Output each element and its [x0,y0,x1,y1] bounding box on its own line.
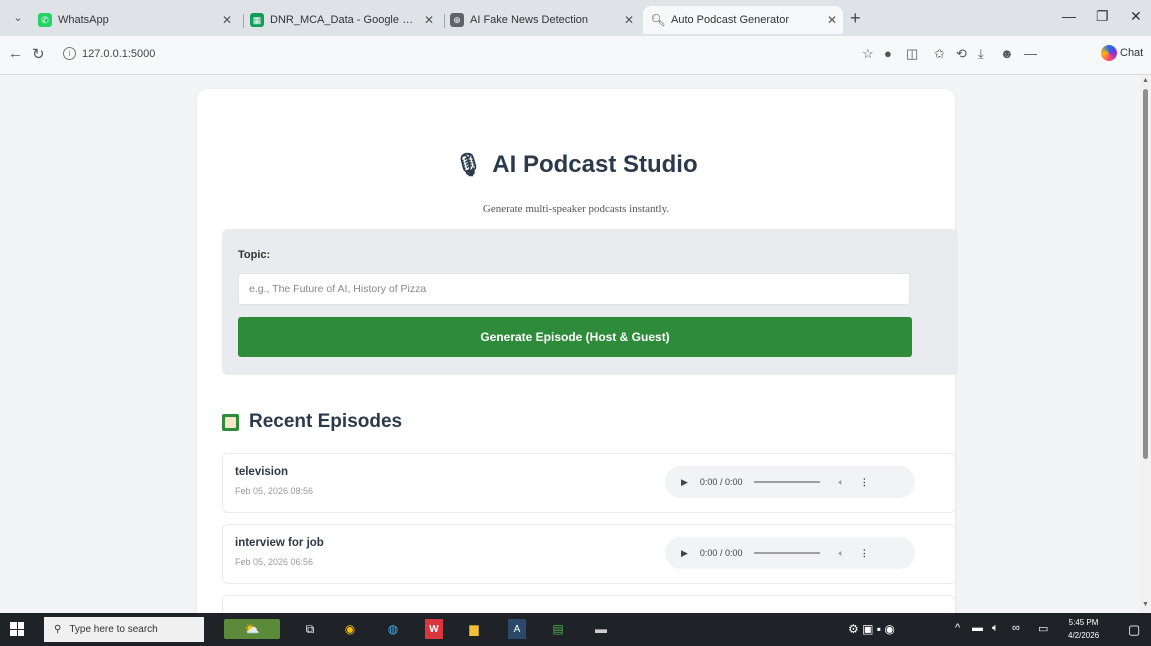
notifications-icon[interactable]: ▢ [1128,622,1140,638]
tab-title: DNR_MCA_Data - Google Sheets [270,14,418,26]
split-screen-icon[interactable]: ◫ [906,46,918,62]
episode-date: Feb 05, 2026 08:56 [235,486,314,496]
audio-seek-bar[interactable] [754,552,821,554]
windows-start-icon[interactable] [10,622,24,636]
weather-widget-icon[interactable]: ⛅ [224,619,280,639]
page-title: 🎙︎ AI Podcast Studio [197,151,955,179]
restore-button[interactable]: ❐ [1096,8,1109,25]
edge-icon[interactable]: ◍ [383,619,403,639]
audio-player[interactable]: ▶ 0:00 / 0:00 🔈︎ ⋮ [665,537,915,569]
back-arrow-icon[interactable]: ← [8,45,23,62]
notepad-icon[interactable]: ▤ [550,619,566,639]
more-options-icon[interactable]: ⋮ [860,477,869,488]
site-info-icon[interactable]: i [63,47,76,60]
studio-card: 🎙︎ AI Podcast Studio Generate multi-spea… [197,89,958,613]
tab-search-dropdown-icon[interactable]: ⌄ [8,9,28,27]
clock-time: 5:45 PM [1068,618,1099,627]
tray-chevron-icon[interactable]: ^ [955,622,960,634]
tab-google-sheets[interactable]: ▦ DNR_MCA_Data - Google Sheets ✕ [250,6,440,34]
browser-tab-strip: ⌄ ✆ WhatsApp ✕ ▦ DNR_MCA_Data - Google S… [0,0,1151,36]
taskbar-search-text: Type here to search [69,624,158,635]
tab-fake-news-detection[interactable]: ⊕ AI Fake News Detection ✕ [450,6,640,34]
episode-date: Feb 05, 2026 06:56 [235,557,314,567]
audio-seek-bar[interactable] [754,481,821,483]
episode-title: television [235,466,289,478]
close-icon[interactable]: ✕ [618,13,640,27]
minimize-button[interactable]: — [1062,8,1076,24]
clock-date: 4/2/2026 [1068,631,1100,640]
more-options-icon[interactable]: — [1024,46,1037,61]
taskbar-search[interactable]: ⚲ Type here to search [44,617,204,642]
network-icon[interactable]: ▬ [972,622,983,634]
audio-time: 0:00 / 0:00 [699,548,743,558]
audio-time: 0:00 / 0:00 [699,477,743,487]
episode-item-partial [222,595,956,613]
system-clock[interactable]: 5:45 PM 4/2/2026 [1068,616,1099,642]
close-icon[interactable]: ✕ [418,13,440,27]
bookmark-star-icon[interactable]: ☆ [862,46,874,62]
volume-icon[interactable]: 🔈︎ [838,548,843,559]
chat-label: Chat [1120,47,1144,59]
tab-title: AI Fake News Detection [470,14,588,26]
windows-taskbar: ⚲ Type here to search ⛅ ⧉ ◉ ◍ W ▆ A ▤ ▬ … [0,613,1151,646]
url-text: 127.0.0.1:5000 [82,47,156,60]
history-icon[interactable]: ⟲ [956,46,967,62]
scroll-down-arrow-icon[interactable]: ▼ [1142,601,1149,608]
profile-avatar-icon[interactable]: ☻ [1000,46,1014,61]
copilot-icon [1101,45,1117,61]
microphone-icon: 🎙︎ [454,152,483,177]
tray-apps-icon[interactable]: ⚙ ▣ ▪ ◉ [848,622,895,636]
task-view-icon[interactable]: ⧉ [300,619,320,639]
page-scrollbar[interactable]: ▲ ▼ [1140,75,1151,613]
reload-icon[interactable]: ↻ [32,45,45,63]
scroll-up-arrow-icon[interactable]: ▲ [1142,77,1149,84]
episode-title: interview for job [235,537,324,549]
volume-icon[interactable]: 🔈︎ [838,477,843,488]
tab-auto-podcast-generator[interactable]: 🔍︎ Auto Podcast Generator ✕ [643,6,843,34]
volume-tray-icon[interactable]: 🔈︎ [992,622,999,635]
app-a-icon[interactable]: A [508,619,526,639]
page-title-text: AI Podcast Studio [492,151,698,178]
topic-input[interactable] [238,273,910,305]
audio-player[interactable]: ▶ 0:00 / 0:00 🔈︎ ⋮ [665,466,915,498]
keyboard-icon[interactable]: ▭ [1038,622,1048,635]
recent-episodes-heading: Recent Episodes [222,411,402,433]
more-options-icon[interactable]: ⋮ [860,548,869,559]
downloads-icon[interactable]: ⤓ [978,46,984,62]
book-icon [222,413,239,431]
play-icon[interactable]: ▶ [681,477,688,488]
generate-episode-button[interactable]: Generate Episode (Host & Guest) [238,317,912,357]
file-explorer-icon[interactable]: ▆ [465,619,483,639]
address-bar[interactable]: i 127.0.0.1:5000 [63,47,155,60]
page-subtitle: Generate multi-speaker podcasts instantl… [482,203,670,215]
chrome-icon[interactable]: ◉ [340,619,360,639]
favorites-icon[interactable]: ✩ [934,46,945,62]
copilot-chat-button[interactable]: Chat [1101,45,1143,61]
close-icon[interactable]: ✕ [821,13,843,27]
whatsapp-icon: ✆ [38,13,52,27]
address-toolbar: ← ↻ i 127.0.0.1:5000 ☆ ● ◫ ✩ ⟲ ⤓ ☻ — Cha… [0,36,1151,75]
topic-label: Topic: [238,249,271,261]
close-icon[interactable]: ✕ [216,13,238,27]
tab-whatsapp[interactable]: ✆ WhatsApp ✕ [38,6,238,34]
episode-item: interview for job Feb 05, 2026 06:56 ▶ 0… [222,524,956,584]
recent-episodes-text: Recent Episodes [249,411,403,432]
page-viewport: 🎙︎ AI Podcast Studio Generate multi-spea… [0,75,1140,613]
close-window-button[interactable]: ✕ [1130,8,1142,25]
tab-title: WhatsApp [58,14,109,26]
play-icon[interactable]: ▶ [681,548,688,559]
globe-icon: ⊕ [450,13,464,27]
search-icon: 🔍︎ [650,13,666,27]
tab-title: Auto Podcast Generator [671,14,790,26]
generate-form: Topic: Generate Episode (Host & Guest) [222,229,958,375]
episode-item: television Feb 05, 2026 08:56 ▶ 0:00 / 0… [222,453,956,513]
search-icon: ⚲ [54,624,62,635]
new-tab-button[interactable]: + [850,8,861,29]
language-icon[interactable]: ∞ [1012,622,1020,634]
sheets-icon: ▦ [250,13,264,27]
wps-office-icon[interactable]: W [425,619,443,639]
scroll-thumb[interactable] [1143,89,1148,459]
extension-dot-icon[interactable]: ● [884,46,892,61]
terminal-icon[interactable]: ▬ [592,619,610,639]
